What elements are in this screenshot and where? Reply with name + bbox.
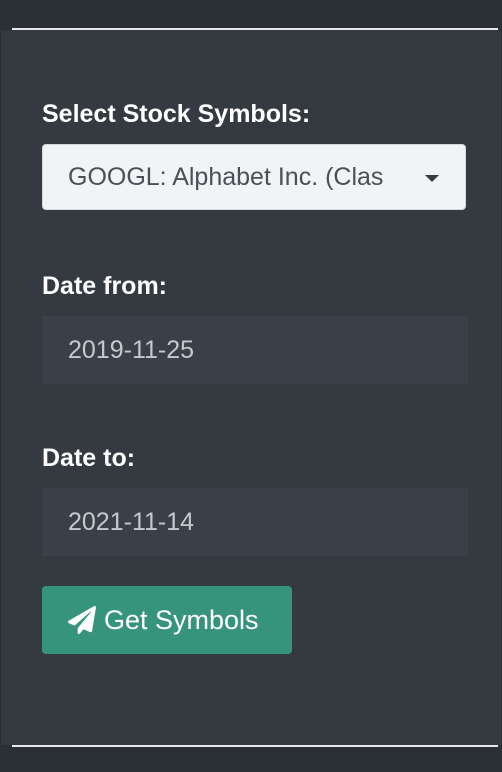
date-to-input[interactable] <box>42 488 468 556</box>
date-to-label: Date to: <box>42 444 136 472</box>
get-symbols-button[interactable]: Get Symbols <box>42 586 292 654</box>
top-bar <box>0 0 502 30</box>
symbols-label: Select Stock Symbols: <box>42 100 311 128</box>
paper-plane-icon <box>68 606 96 634</box>
date-from-input[interactable] <box>42 316 468 384</box>
symbols-select-value: GOOGL: Alphabet Inc. (Clas <box>68 163 384 191</box>
caret-down-icon <box>425 175 439 182</box>
date-from-label: Date from: <box>42 272 168 300</box>
bottom-bar <box>0 747 502 772</box>
symbols-select[interactable]: GOOGL: Alphabet Inc. (Clas <box>42 144 466 210</box>
get-symbols-label: Get Symbols <box>104 605 259 635</box>
